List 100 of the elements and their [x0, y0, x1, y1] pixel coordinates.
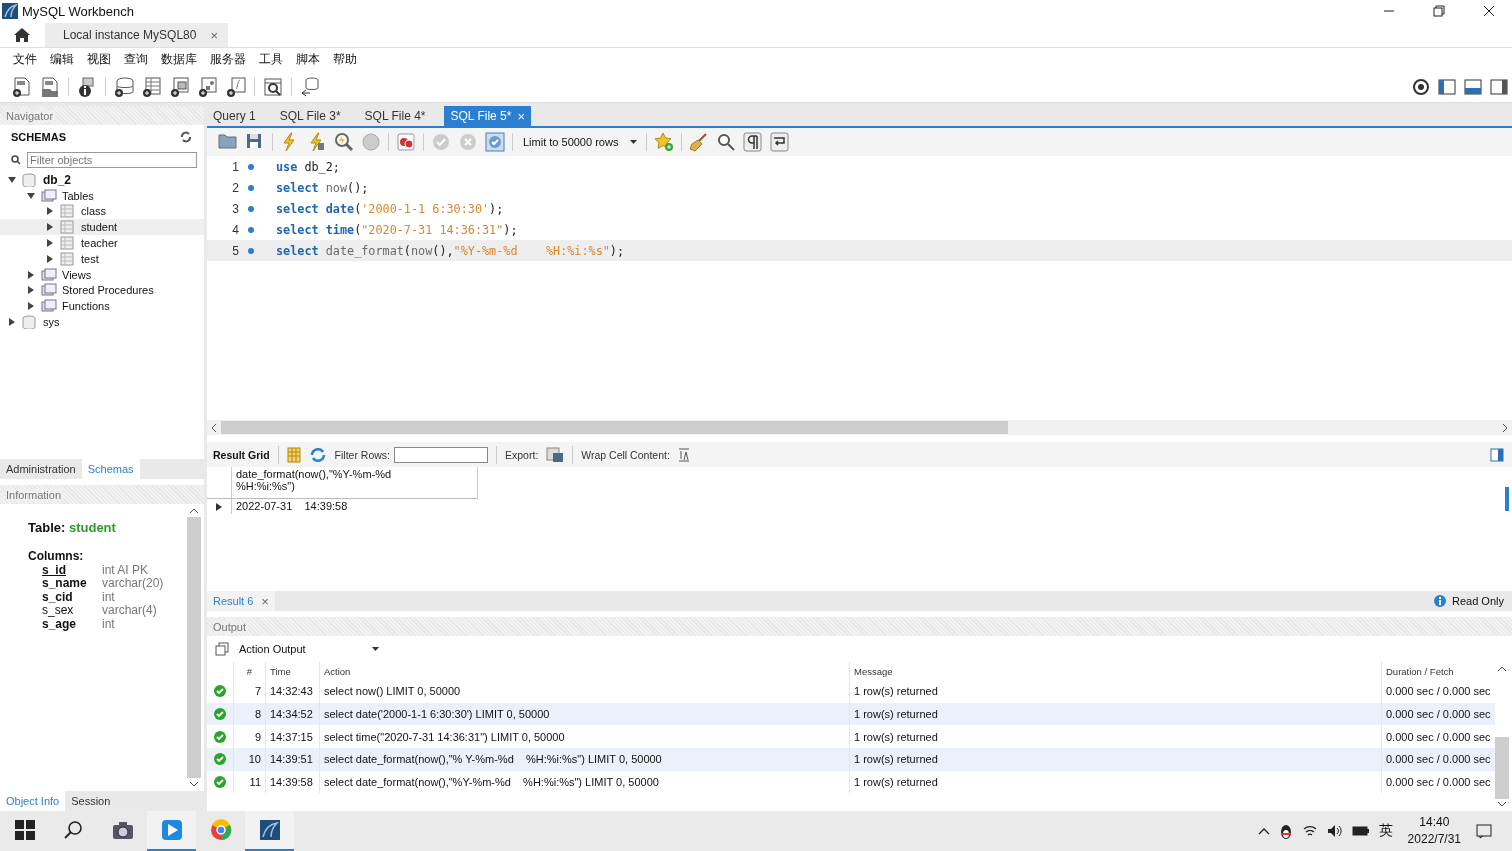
database-app-icon[interactable] [258, 819, 281, 841]
input-method-indicator[interactable]: 英 [1378, 822, 1393, 840]
info-icon[interactable] [77, 76, 97, 97]
column-header[interactable]: Message [849, 662, 1381, 680]
panel-tab[interactable]: Session [65, 791, 117, 811]
execute-current-icon[interactable] [307, 132, 327, 152]
inspector-icon[interactable] [263, 76, 283, 97]
chevron-up-icon[interactable] [1257, 827, 1270, 835]
menu-item[interactable]: 帮助 [327, 51, 364, 68]
close-tab-button[interactable]: × [517, 108, 526, 124]
scroll-up-icon[interactable] [190, 508, 198, 514]
expander-icon[interactable] [27, 286, 35, 295]
restore-icon[interactable] [1433, 5, 1445, 17]
menu-item[interactable]: 脚本 [290, 51, 327, 68]
new-function-icon[interactable] [226, 76, 246, 97]
scroll-down-icon[interactable] [190, 781, 198, 787]
menu-item[interactable]: 工具 [253, 51, 290, 68]
editor-tab[interactable]: Query 1 [207, 106, 274, 126]
open-folder-icon[interactable] [218, 132, 238, 152]
beautify-icon[interactable] [689, 132, 710, 152]
limit-dropdown[interactable]: Limit to 50000 rows [520, 136, 640, 148]
expander-icon[interactable] [8, 318, 16, 327]
editor-tab[interactable]: SQL File 5* × [443, 106, 532, 126]
refresh-icon[interactable] [180, 131, 192, 143]
sidebar-left-toggle-icon[interactable] [1438, 77, 1456, 96]
tree-item[interactable]: sys [0, 314, 204, 330]
editor-tab[interactable]: SQL File 4* [358, 106, 444, 126]
expander-icon[interactable] [27, 270, 35, 279]
menu-item[interactable]: 编辑 [44, 51, 81, 68]
new-schema-icon[interactable] [114, 76, 134, 97]
close-icon[interactable] [1483, 5, 1495, 17]
scroll-up-icon[interactable] [1498, 666, 1506, 672]
scroll-left-icon[interactable] [211, 423, 217, 432]
bottom-panel-toggle-icon[interactable] [1464, 77, 1482, 96]
expander-icon[interactable] [8, 175, 16, 184]
tree-item[interactable]: db_2 [0, 172, 204, 188]
word-wrap-icon[interactable] [770, 132, 791, 152]
tree-item[interactable]: Functions [0, 298, 204, 315]
app-icon[interactable] [160, 819, 183, 841]
penguin-icon[interactable] [1278, 823, 1293, 839]
close-tab-button[interactable]: × [261, 593, 269, 609]
expander-icon[interactable] [27, 302, 35, 311]
menu-item[interactable]: 视图 [81, 51, 118, 68]
export-icon[interactable] [546, 446, 565, 463]
reconnect-icon[interactable] [300, 76, 320, 97]
tree-item[interactable]: student [0, 219, 204, 236]
new-view-icon[interactable] [170, 76, 190, 97]
column-header[interactable]: Time [265, 662, 319, 680]
home-icon[interactable] [13, 27, 31, 43]
sidebar-right-toggle-icon[interactable] [1490, 77, 1508, 96]
invisible-chars-icon[interactable] [743, 132, 764, 152]
new-procedure-icon[interactable] [198, 76, 218, 97]
autocommit-icon[interactable] [485, 132, 505, 152]
expander-icon[interactable] [46, 254, 54, 263]
result-panel-toggle-icon[interactable] [1490, 447, 1504, 462]
expander-icon[interactable] [27, 191, 35, 200]
tree-item[interactable]: Tables [0, 187, 204, 204]
copy-icon[interactable] [215, 642, 229, 656]
expander-icon[interactable] [46, 223, 54, 232]
toggle-icon[interactable] [396, 132, 416, 152]
battery-icon[interactable] [1351, 825, 1370, 837]
wifi-icon[interactable] [1301, 824, 1318, 838]
panel-tab[interactable]: Administration [0, 459, 82, 479]
start-icon[interactable] [13, 819, 36, 841]
panel-tab[interactable]: Object Info [0, 791, 66, 811]
clock[interactable]: 14:40 2022/7/31 [1407, 814, 1461, 848]
tree-item[interactable]: class [0, 203, 204, 220]
menu-item[interactable]: 查询 [118, 51, 155, 68]
menu-item[interactable]: 数据库 [155, 51, 204, 68]
explain-icon[interactable] [334, 132, 354, 152]
expander-icon[interactable] [46, 207, 54, 216]
tree-item[interactable]: test [0, 251, 204, 267]
tree-item[interactable]: Stored Procedures [0, 282, 204, 299]
search-icon[interactable] [62, 819, 85, 841]
scroll-down-icon[interactable] [1498, 801, 1506, 807]
browser-icon[interactable] [209, 819, 232, 841]
open-sql-file-icon[interactable] [40, 76, 60, 97]
connection-tab[interactable]: Local instance MySQL80 × [45, 23, 228, 47]
menu-item[interactable]: 服务器 [204, 51, 253, 68]
camera-icon[interactable] [111, 819, 134, 841]
scroll-right-icon[interactable] [1502, 423, 1508, 432]
filter-field[interactable] [394, 446, 489, 463]
tree-item[interactable]: teacher [0, 235, 204, 251]
result-tab[interactable]: Result 6 × [207, 591, 275, 611]
refresh-icon[interactable] [308, 446, 327, 463]
new-table-icon[interactable] [142, 76, 162, 97]
panel-tab[interactable]: Schemas [81, 459, 140, 479]
editor-tab[interactable]: SQL File 3* [273, 106, 359, 126]
new-sql-tab-icon[interactable] [12, 76, 32, 97]
notification-icon[interactable] [1476, 823, 1492, 839]
output-mode-dropdown[interactable]: Action Output [239, 643, 379, 655]
find-icon[interactable] [716, 132, 737, 152]
settings-icon[interactable] [1412, 77, 1430, 96]
speaker-icon[interactable] [1326, 824, 1343, 838]
add-snippet-icon[interactable] [654, 132, 675, 152]
tree-item[interactable]: Views [0, 266, 204, 283]
menu-item[interactable]: 文件 [7, 51, 44, 68]
close-tab-button[interactable]: × [210, 27, 218, 43]
column-header[interactable]: # [233, 662, 265, 680]
scrollbar[interactable] [207, 420, 1512, 435]
